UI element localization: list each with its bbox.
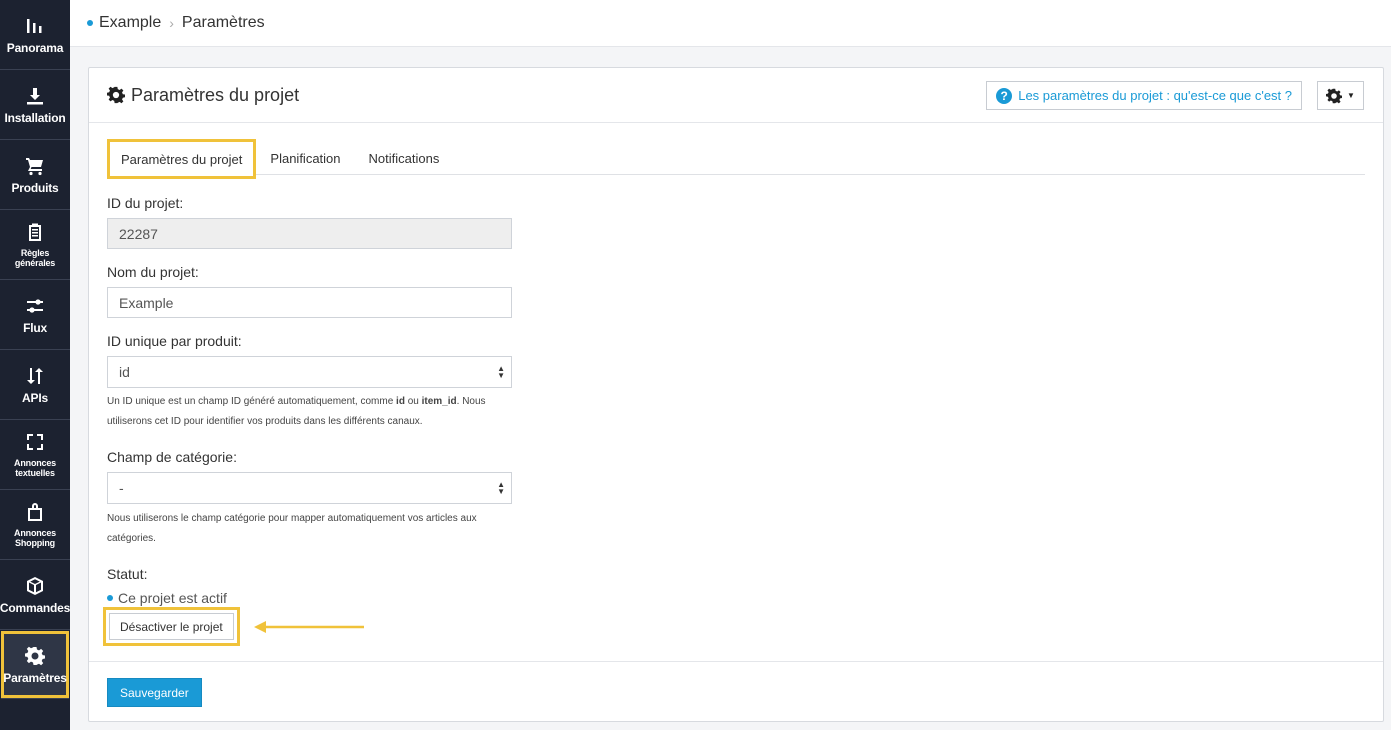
tab-notifications[interactable]: Notifications	[355, 141, 454, 175]
sidebar-item-parametres[interactable]: Paramètres	[1, 631, 69, 699]
sidebar-item-flux[interactable]: Flux	[0, 280, 70, 350]
chart-bars-icon	[24, 15, 46, 37]
page-title: Paramètres du projet	[107, 85, 299, 106]
sidebar-item-label: Paramètres	[3, 671, 67, 685]
status-label: Statut:	[107, 566, 148, 582]
download-icon	[24, 85, 46, 107]
category-select-value: -	[119, 480, 124, 496]
sidebar-item-apis[interactable]: APIs	[0, 350, 70, 420]
sidebar-item-label: Commandes	[0, 601, 71, 615]
select-arrows-icon: ▲ ▼	[497, 480, 505, 496]
help-button-label: Les paramètres du projet : qu'est-ce que…	[1018, 88, 1292, 103]
sliders-icon	[24, 295, 46, 317]
sidebar-item-label: Flux	[23, 321, 47, 335]
status-text: Ce projet est actif	[118, 590, 227, 606]
tab-parametres-du-projet[interactable]: Paramètres du projet	[107, 139, 257, 179]
sidebar-item-label: Annonces textuelles	[14, 458, 56, 478]
project-name-input[interactable]: Example	[107, 287, 512, 318]
divider	[89, 661, 1383, 662]
gear-icon	[107, 86, 125, 104]
sidebar-item-annonces-shopping[interactable]: Annonces Shopping	[0, 490, 70, 560]
arrow-left-icon	[254, 621, 364, 633]
status-dot-icon	[87, 20, 93, 26]
tab-bar: Paramètres du projet Planification Notif…	[107, 139, 1365, 179]
save-button[interactable]: Sauvegarder	[107, 678, 202, 707]
help-text-part: ou	[404, 396, 422, 407]
unique-id-help: Un ID unique est un champ ID généré auto…	[107, 392, 517, 432]
page-title-text: Paramètres du projet	[131, 84, 300, 105]
unique-id-label: ID unique par produit:	[107, 333, 242, 349]
breadcrumb-project[interactable]: Example	[99, 14, 161, 32]
sidebar-item-label: Produits	[11, 181, 59, 195]
sidebar: Panorama Installation Produits Règles gé…	[0, 0, 70, 730]
sidebar-item-regles-generales[interactable]: Règles générales	[0, 210, 70, 280]
sidebar-item-panorama[interactable]: Panorama	[0, 0, 70, 70]
status-dot-icon	[107, 595, 113, 601]
sidebar-item-label: Annonces Shopping	[14, 528, 56, 548]
bag-icon	[24, 501, 46, 523]
breadcrumb-page: Paramètres	[181, 14, 265, 31]
question-icon: ?	[996, 87, 1013, 104]
breadcrumb: Example › Paramètres	[70, 0, 1391, 47]
settings-dropdown-button[interactable]: ▼	[1317, 81, 1364, 110]
settings-card: Paramètres du projet ? Les paramètres du…	[88, 67, 1384, 722]
sidebar-item-annonces-textuelles[interactable]: Annonces textuelles	[0, 420, 70, 490]
sidebar-item-commandes[interactable]: Commandes	[0, 560, 70, 630]
select-arrows-icon: ▲ ▼	[497, 364, 505, 380]
unique-id-select-value: id	[119, 364, 130, 380]
sidebar-item-label: Règles générales	[14, 248, 56, 268]
box-icon	[24, 575, 46, 597]
deactivate-highlight: Désactiver le projet	[103, 607, 240, 646]
category-label: Champ de catégorie:	[107, 449, 237, 465]
project-name-label: Nom du projet:	[107, 264, 199, 280]
status-indicator: Ce projet est actif	[107, 590, 227, 606]
category-help: Nous utiliserons le champ catégorie pour…	[107, 513, 477, 544]
arrows-updown-icon	[24, 365, 46, 387]
project-id-label: ID du projet:	[107, 195, 184, 211]
category-select[interactable]: - ▲ ▼	[107, 472, 512, 504]
help-button[interactable]: ? Les paramètres du projet : qu'est-ce q…	[986, 81, 1302, 110]
sidebar-item-label: Panorama	[6, 41, 64, 55]
sidebar-item-label: APIs	[22, 391, 48, 405]
gear-icon	[1326, 88, 1343, 103]
clipboard-icon	[24, 221, 46, 243]
project-id-field: 22287	[107, 218, 512, 249]
cart-icon	[24, 155, 46, 177]
unique-id-select[interactable]: id ▲ ▼	[107, 356, 512, 388]
expand-icon	[24, 431, 46, 453]
sidebar-item-produits[interactable]: Produits	[0, 140, 70, 210]
card-header: Paramètres du projet ? Les paramètres du…	[89, 68, 1383, 123]
caret-down-icon: ▼	[1347, 91, 1355, 100]
sidebar-item-label: Installation	[4, 111, 66, 125]
chevron-right-icon: ›	[169, 15, 174, 31]
gear-icon	[24, 645, 46, 667]
help-text-code: id	[396, 396, 405, 407]
help-text-part: Un ID unique est un champ ID généré auto…	[107, 396, 397, 407]
help-text-code: item_id	[421, 396, 457, 407]
deactivate-button[interactable]: Désactiver le projet	[109, 613, 234, 640]
sidebar-item-installation[interactable]: Installation	[0, 70, 70, 140]
tab-planification[interactable]: Planification	[256, 141, 354, 175]
